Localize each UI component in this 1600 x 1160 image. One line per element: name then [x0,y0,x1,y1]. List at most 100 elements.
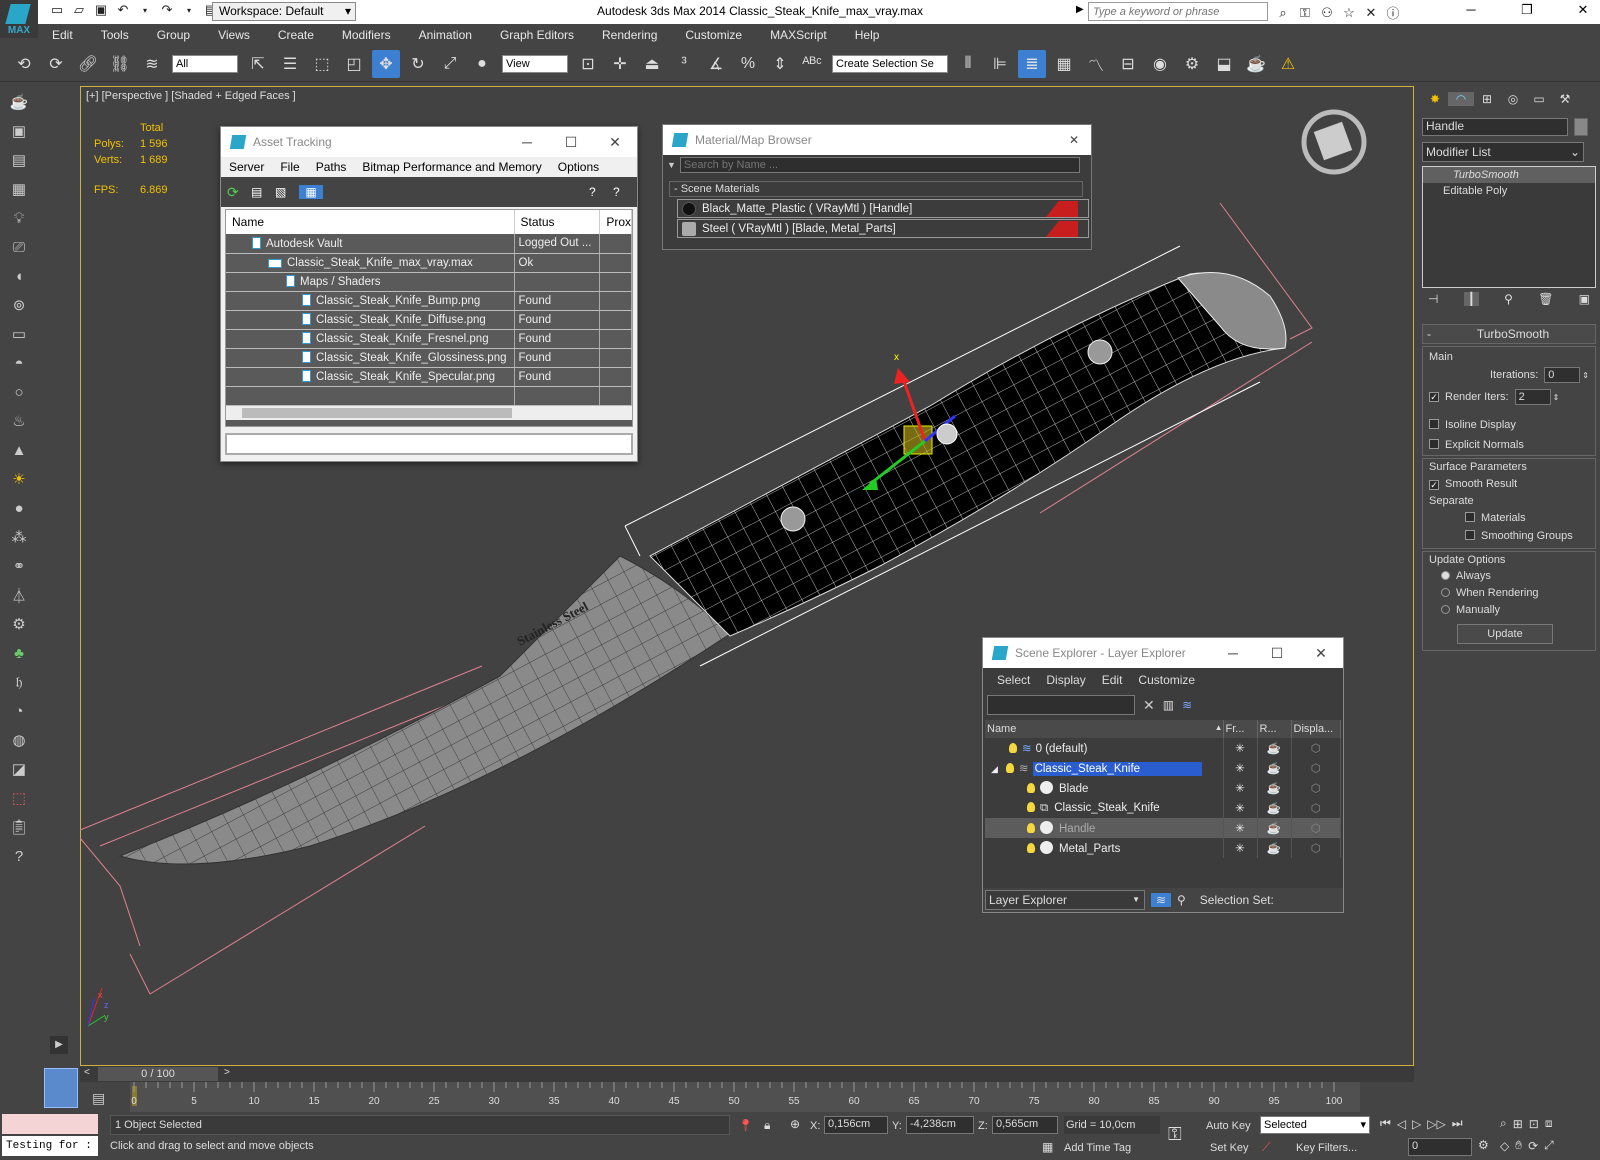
light-bulb-icon[interactable] [1005,763,1014,773]
render-icon[interactable]: ☕ [1242,50,1270,78]
dynamics-icon[interactable]: ⚭ [4,553,34,579]
graphite-toggle-icon[interactable]: ▦ [1050,50,1078,78]
maxscript-listener-top[interactable] [2,1114,98,1134]
workspace-dropdown[interactable]: Workspace: Default ▾ [212,2,356,21]
spinner-snap-icon[interactable]: ⇕ [766,50,794,78]
time-configuration-icon[interactable]: ⚙ [1478,1138,1489,1152]
save-icon[interactable]: ▣ [90,2,112,18]
link-icon[interactable]: 🔗︎ [74,50,102,78]
iterations-spinner[interactable]: 0 [1544,367,1581,383]
teapot-icon[interactable]: ☕ [1257,838,1292,858]
minimize-button[interactable]: ─ [1211,645,1255,662]
light-bulb-icon[interactable] [1027,783,1035,793]
transform-mode-icon[interactable]: ⊕ [790,1117,800,1131]
camera-icon[interactable]: ⎚ [4,234,34,260]
unlink-icon[interactable]: ⛓ [106,50,134,78]
open-icon[interactable]: ▱ [68,2,90,18]
teapot-icon[interactable]: ☕ [1257,758,1292,778]
reference-coordinate-dropdown[interactable]: View [502,54,568,73]
material-black-matte-plastic[interactable]: Black_Matte_Plastic ( VRayMtl ) [Handle] [677,199,1089,218]
turbosmooth-rollout-header[interactable]: - TurboSmooth [1422,324,1596,344]
select-by-name-icon[interactable]: ☰ [276,50,304,78]
column-freeze[interactable]: Fr... [1223,720,1258,738]
menu-edit[interactable]: Edit [1102,673,1123,687]
clear-icon[interactable]: ✕ [1143,697,1155,714]
help-icon[interactable]: ? [589,185,613,199]
make-unique-icon[interactable]: ⚲ [1504,292,1513,306]
snap-toggle-icon[interactable]: ³ [670,50,698,78]
keyword-search-input[interactable] [1088,2,1268,21]
render-iters-spinner[interactable]: 2 [1514,389,1551,405]
menu-paths[interactable]: Paths [316,160,347,174]
horizontal-scrollbar[interactable] [226,405,632,420]
configure-sets-icon[interactable]: ▣ [1579,292,1590,306]
rotate-icon[interactable]: ↻ [404,50,432,78]
sun-icon[interactable]: ☀ [4,466,34,492]
light-bulb-icon[interactable] [1027,801,1035,812]
material-browser-titlebar[interactable]: Material/Map Browser ✕ [663,125,1091,155]
menu-modifiers[interactable]: Modifiers [342,28,391,42]
material-steel[interactable]: Steel ( VRayMtl ) [Blade, Metal_Parts] [677,219,1089,238]
angle-snap-icon[interactable]: ∡ [702,50,730,78]
zoom-extents-icon[interactable]: ⊡ [1529,1117,1539,1131]
help-icon[interactable]: ⓘ [1382,3,1404,22]
app-logo[interactable]: MAX [0,0,38,38]
time-slider-thumb[interactable]: 0 / 100 [98,1067,218,1081]
display-box-icon[interactable]: ⬡ [1291,778,1341,798]
asset-path-field[interactable] [225,433,633,455]
go-to-start-icon[interactable]: ⏮ [1380,1116,1391,1131]
column-render[interactable]: R... [1257,720,1292,738]
column-display[interactable]: Displa... [1291,720,1341,738]
redo-icon[interactable]: ↷ [156,2,178,18]
teapot-icon[interactable]: ☕ [4,89,34,115]
maximize-viewport-icon[interactable]: ⤢ [1544,1138,1554,1153]
browser-options-icon[interactable]: ▼ [667,160,676,170]
clipboard-icon[interactable]: 📋︎ [4,814,34,840]
always-radio[interactable] [1441,571,1450,580]
basket-icon[interactable]: ♨ [4,408,34,434]
stack-item-turbosmooth[interactable]: TurboSmooth [1423,167,1595,183]
scene-find-input[interactable] [987,695,1135,715]
go-to-end-icon[interactable]: ⏭ [1452,1116,1463,1131]
edit-named-selection-icon[interactable]: ᴬᴮᶜ [798,50,826,78]
time-icon[interactable]: ◔ [4,698,34,724]
add-to-layer-icon[interactable]: ≋ [1182,698,1192,712]
window-crossing-icon[interactable]: ◰ [340,50,368,78]
track-bar-ruler[interactable]: 0 5 10 15 20 25 30 35 40 45 50 55 60 65 70 75 80 85 90 95 10… [130,1082,1360,1112]
close-button[interactable]: ✕ [1299,645,1343,662]
column-name[interactable]: Name ▲ [985,720,1224,738]
display-tab-icon[interactable]: ▭ [1526,92,1552,106]
scrollbar-thumb[interactable] [242,407,512,418]
render-iters-checkbox[interactable]: ✓ [1429,392,1439,402]
explorer-type-dropdown[interactable]: Layer Explorer ▼ [985,890,1145,910]
display-box-icon[interactable]: ⬡ [1291,818,1341,838]
when-rendering-radio[interactable] [1441,588,1450,597]
update-button[interactable]: Update [1457,624,1553,644]
smoothing-groups-checkbox[interactable] [1465,530,1475,540]
bipod-icon[interactable]: ⏃ [4,582,34,608]
display-box-icon[interactable]: ⬡ [1291,838,1341,858]
video-icon[interactable]: ⊚ [4,292,34,318]
table-view-icon[interactable]: ▦ [299,185,323,199]
menu-customize[interactable]: Customize [1138,673,1195,687]
help-icon[interactable]: ? [4,843,34,869]
undo-icon[interactable]: ↶ [112,2,134,18]
table-row[interactable]: Maps / Shaders [226,272,632,292]
dome-icon[interactable]: ◓ [4,350,34,376]
hierarchy-tab-icon[interactable]: ⊞ [1474,92,1500,106]
create-tab-icon[interactable]: ✸ [1422,92,1448,106]
selection-region-icon[interactable]: ⬚ [4,785,34,811]
time-prev-icon[interactable]: < [84,1067,90,1078]
time-next-icon[interactable]: > [224,1067,230,1078]
table-row[interactable]: Autodesk Vault Logged Out ... [226,234,632,254]
display-box-icon[interactable]: ⬡ [1291,758,1341,778]
light-bulb-icon[interactable]: 💡︎ [4,205,34,231]
layer-mode-icon[interactable]: ≋ [1151,893,1171,907]
play-icon[interactable]: ▷ [1412,1117,1421,1131]
undo-icon[interactable]: ⟲ [10,50,38,78]
star-icon[interactable]: ☆ [1338,5,1360,21]
explicit-normals-checkbox[interactable] [1429,439,1439,449]
gear-icon[interactable]: ⚙ [4,611,34,637]
column-proxy[interactable]: Prox [599,210,632,234]
teapot-icon[interactable]: ☕ [1257,738,1292,758]
